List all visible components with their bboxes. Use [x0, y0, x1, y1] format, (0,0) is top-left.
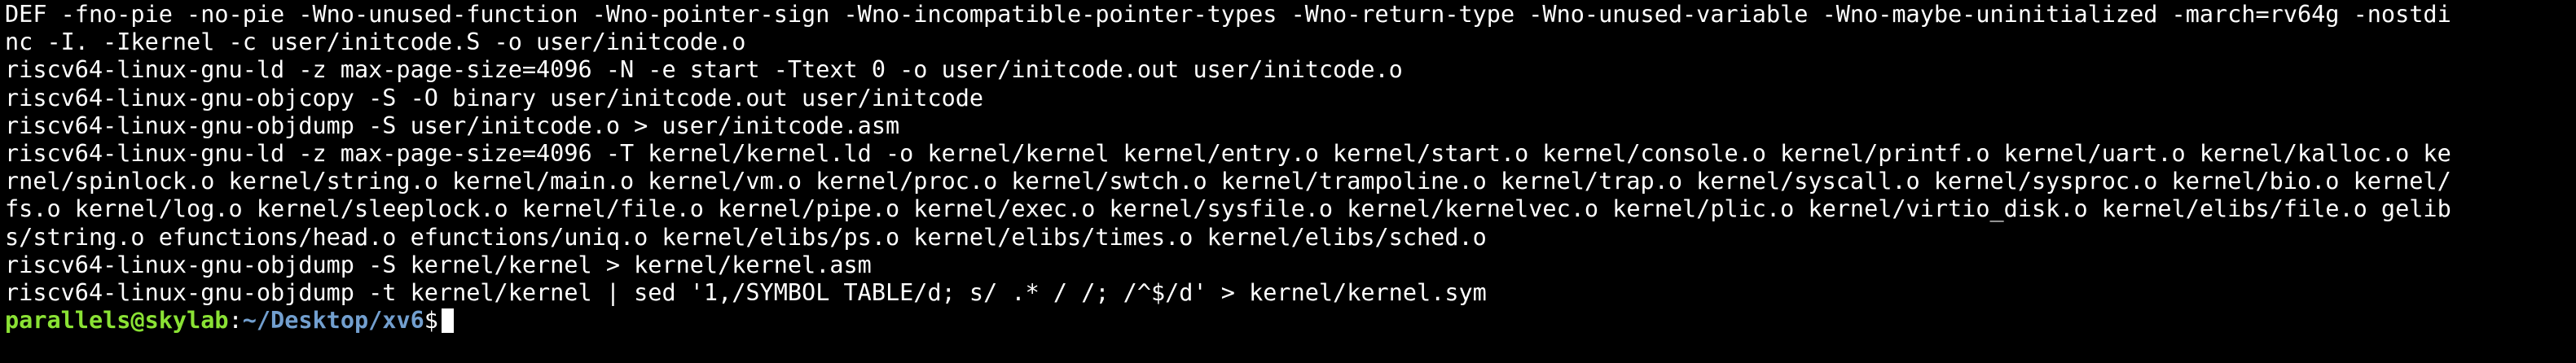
output-line-10: riscv64-linux-gnu-objdump -S kernel/kern… [5, 251, 872, 278]
output-line-6: riscv64-linux-gnu-ld -z max-page-size=40… [5, 139, 2451, 167]
text-cursor[interactable] [441, 308, 454, 334]
prompt-symbol: $ [424, 307, 438, 335]
output-line-5: riscv64-linux-gnu-objdump -S user/initco… [5, 112, 900, 139]
output-line-1: DEF -fno-pie -no-pie -Wno-unused-functio… [5, 1, 2451, 28]
output-line-2: nc -I. -Ikernel -c user/initcode.S -o us… [5, 28, 746, 56]
output-line-4: riscv64-linux-gnu-objcopy -S -O binary u… [5, 84, 984, 112]
terminal-window[interactable]: DEF -fno-pie -no-pie -Wno-unused-functio… [0, 0, 2576, 363]
output-line-11: riscv64-linux-gnu-objdump -t kernel/kern… [5, 278, 1487, 306]
prompt-separator: : [228, 307, 243, 335]
prompt-user-host: parallels@skylab [5, 307, 229, 335]
output-line-7: rnel/spinlock.o kernel/string.o kernel/m… [5, 168, 2451, 195]
output-line-9: s/string.o efunctions/head.o efunctions/… [5, 223, 1487, 251]
shell-prompt[interactable]: parallels@skylab:~/Desktop/xv6$ [5, 307, 2576, 335]
output-line-8: fs.o kernel/log.o kernel/sleeplock.o ker… [5, 195, 2451, 223]
prompt-path: ~/Desktop/xv6 [242, 307, 424, 335]
output-line-3: riscv64-linux-gnu-ld -z max-page-size=40… [5, 56, 1403, 84]
